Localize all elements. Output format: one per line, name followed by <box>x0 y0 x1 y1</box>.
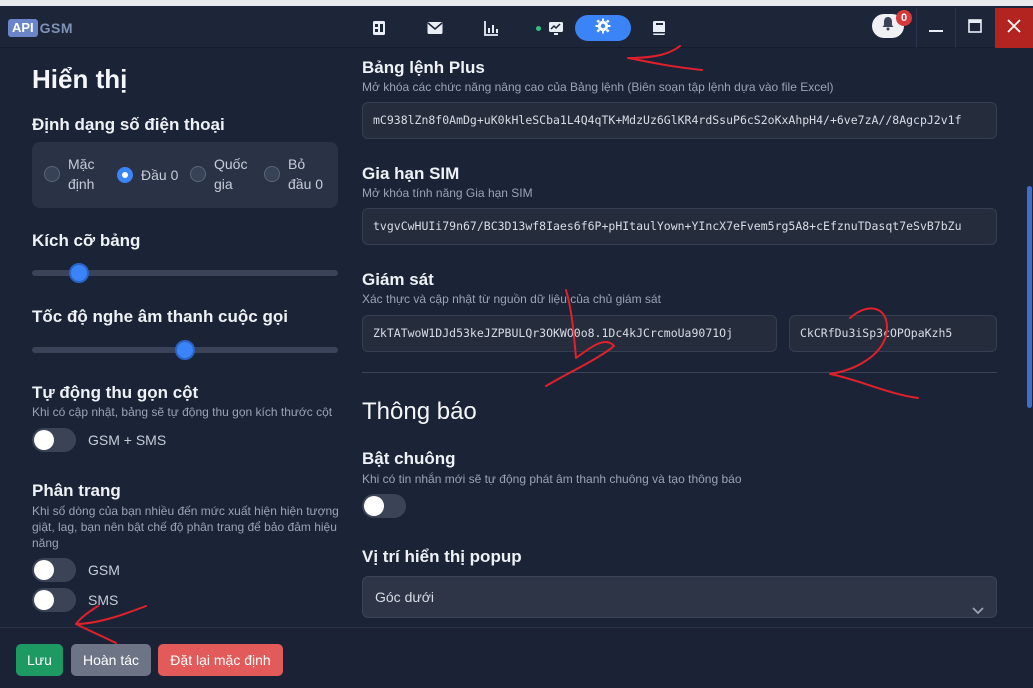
gsm-sms-toggle[interactable] <box>32 428 76 452</box>
radio-leading-zero[interactable]: Đầu 0 <box>117 165 178 185</box>
sms-pagination-toggle[interactable] <box>32 588 76 612</box>
slider-thumb[interactable] <box>175 340 195 360</box>
popup-position-title: Vị trí hiển thị popup <box>362 547 522 566</box>
monitoring-title: Giám sát <box>362 270 434 289</box>
section-divider <box>362 372 997 373</box>
sim-extension-desc: Mở khóa tính năng Gia hạn SIM <box>362 186 533 200</box>
minimize-button[interactable] <box>916 8 954 48</box>
scrollbar[interactable] <box>1027 186 1032 408</box>
popup-position-select[interactable]: Góc dưới <box>362 576 997 618</box>
mail-icon[interactable] <box>420 14 450 42</box>
command-plus-desc: Mở khóa các chức năng nâng cao của Bảng … <box>362 80 834 94</box>
chevron-down-icon <box>972 590 984 628</box>
action-bar: Lưu Hoàn tác Đặt lại mặc định <box>0 627 1033 688</box>
sim-extension-title: Gia hạn SIM <box>362 164 460 183</box>
radio-label: Đầu 0 <box>141 167 179 183</box>
logo-api: API <box>8 19 38 37</box>
gear-icon <box>595 18 611 39</box>
radio-circle <box>190 166 206 182</box>
gsm-pagination-label: GSM <box>88 562 120 578</box>
toggle-knob <box>34 590 54 610</box>
radio-remove-zero[interactable]: Bỏ đầu 0 <box>264 154 323 194</box>
phone-format-options: Mặc định Đầu 0 Quốc gia Bỏ đầu 0 <box>32 142 338 208</box>
close-button[interactable] <box>995 8 1033 48</box>
monitoring-key-field-1[interactable]: ZkTATwoW1DJd53keJZPBULQr3OKWO0o8.1Dc4kJC… <box>362 315 777 352</box>
table-size-label: Kích cỡ bảng <box>32 231 141 250</box>
notification-badge: 0 <box>896 10 912 26</box>
monitoring-desc: Xác thực và cập nhật từ nguồn dữ liệu củ… <box>362 292 661 306</box>
radio-default[interactable]: Mặc định <box>44 154 94 194</box>
sim-extension-key-field[interactable]: tvgvCwHUIi79n67/BC3D13wf8Iaes6f6P+pHItau… <box>362 208 997 245</box>
call-speed-slider[interactable] <box>32 340 338 360</box>
minimize-icon <box>928 19 943 37</box>
bell-toggle[interactable] <box>362 494 406 518</box>
browser-strip <box>0 0 1033 6</box>
reset-default-button[interactable]: Đặt lại mặc định <box>158 644 283 676</box>
phone-format-label: Định dạng số điện thoại <box>32 115 225 134</box>
radio-label: Mặc định <box>68 156 95 192</box>
auto-collapse-desc: Khi có cập nhật, bảng sẽ tự động thu gọn… <box>32 405 333 419</box>
radio-circle <box>264 166 280 182</box>
display-settings-panel: Hiển thị Định dạng số điện thoại Mặc định… <box>18 48 356 628</box>
call-speed-label: Tốc độ nghe âm thanh cuộc gọi <box>32 307 288 326</box>
logo-gsm: GSM <box>39 20 74 36</box>
close-icon <box>1006 18 1022 39</box>
sms-pagination-label: SMS <box>88 592 119 608</box>
app-logo: API GSM <box>8 19 73 37</box>
settings-main-panel: Bảng lệnh Plus Mở khóa các chức năng nân… <box>362 48 1012 628</box>
gsm-pagination-toggle[interactable] <box>32 558 76 582</box>
bell-desc: Khi có tin nhắn mới sẽ tự động phát âm t… <box>362 472 742 486</box>
radio-label: Bỏ đầu 0 <box>288 156 324 192</box>
gsm-sms-toggle-label: GSM + SMS <box>88 432 167 448</box>
maximize-icon <box>967 18 982 38</box>
auto-collapse-label: Tự động thu gọn cột <box>32 383 199 402</box>
bell-title: Bật chuông <box>362 449 456 468</box>
monitoring-key-field-2[interactable]: CkCRfDu3iSp3cOPOpaKzh5 <box>789 315 997 352</box>
notebook-icon[interactable] <box>644 14 674 42</box>
toggle-knob <box>34 430 54 450</box>
toggle-knob <box>34 560 54 580</box>
popup-position-value: Góc dưới <box>375 589 435 605</box>
chart-icon[interactable] <box>476 14 506 42</box>
radio-country[interactable]: Quốc gia <box>190 154 247 194</box>
undo-button[interactable]: Hoàn tác <box>71 644 151 676</box>
pagination-desc-3: năng <box>32 536 59 550</box>
monitor-icon[interactable] <box>541 14 571 42</box>
pagination-desc-2: giật, lag, bạn nên bật chế độ phân trang… <box>32 520 337 534</box>
pagination-label: Phân trang <box>32 481 121 500</box>
command-plus-key-field[interactable]: mC938lZn8f0AmDg+uK0kHleSCba1L4Q4qTK+MdzU… <box>362 102 997 139</box>
notifications-title: Thông báo <box>362 398 477 425</box>
save-button[interactable]: Lưu <box>16 644 63 676</box>
book-icon[interactable] <box>364 14 394 42</box>
radio-circle <box>44 166 60 182</box>
toggle-knob <box>364 496 384 516</box>
command-plus-title: Bảng lệnh Plus <box>362 58 485 77</box>
settings-tab[interactable] <box>575 15 631 41</box>
slider-thumb[interactable] <box>69 263 90 283</box>
table-size-slider[interactable] <box>32 263 338 283</box>
bell-icon <box>881 16 895 36</box>
pagination-desc-1: Khi số dòng của bạn nhiều đến mức xuất h… <box>32 504 339 518</box>
radio-label: Quốc gia <box>214 156 248 192</box>
maximize-button[interactable] <box>955 8 993 48</box>
display-title: Hiển thị <box>32 64 128 94</box>
radio-circle-selected <box>117 167 133 183</box>
